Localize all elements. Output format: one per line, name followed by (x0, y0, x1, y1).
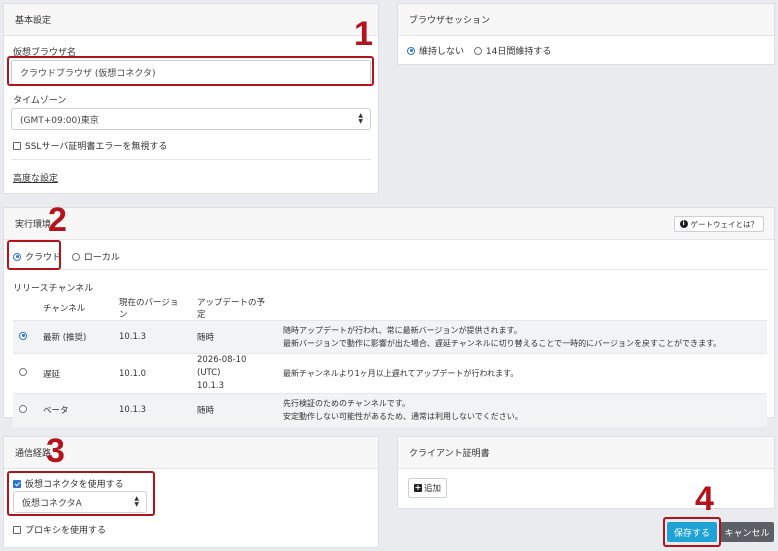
release-channel-row-delayed[interactable]: 遅延 10.1.0 2026-08-10 (UTC) 10.1.3 最新チャンネ… (13, 353, 767, 394)
gateway-help-label: ゲートウェイとは？ (690, 219, 759, 229)
plus-icon: + (414, 483, 422, 492)
annotation-number-3: 3 (46, 432, 65, 470)
client-cert-header: クライアント証明書 (398, 437, 774, 469)
use-proxy-row[interactable]: プロキシを使用する (13, 523, 106, 536)
channel-version: 10.1.3 (113, 393, 191, 427)
no-keep-radio[interactable] (407, 46, 415, 55)
basic-settings-panel: 基本設定 仮想ブラウザ名 クラウドブラウザ (仮想コネクタ) タイムゾーン (G… (3, 3, 379, 194)
timezone-label: タイムゾーン (13, 96, 67, 106)
annotation-box-browser-name (7, 56, 374, 86)
release-channel-label: リリースチャンネル (13, 284, 94, 294)
info-icon: i (679, 220, 688, 228)
no-keep-label: 維持しない (419, 47, 465, 57)
execution-env-title: 実行環境 (15, 220, 52, 230)
latest-radio[interactable] (19, 331, 27, 340)
browser-session-panel: ブラウザセッション 維持しない 14日間維持する (397, 3, 775, 65)
client-cert-title: クライアント証明書 (409, 449, 490, 459)
annotation-number-4: 4 (695, 480, 714, 518)
session-option-no-keep[interactable]: 維持しない (407, 46, 465, 57)
use-proxy-label: プロキシを使用する (25, 526, 107, 536)
session-options: 維持しない 14日間維持する (407, 44, 551, 57)
radio-col-header (13, 296, 37, 321)
channel-description: 先行検証のためのチャンネルです。 安定動作しない可能性があるため、通常は利用しな… (277, 393, 767, 427)
annotation-box-save (663, 517, 721, 547)
schedule-col-header: アップデートの予定 (197, 298, 266, 320)
channel-description: 最新チャンネルより1ヶ月以上遅れてアップデートが行われます。 (277, 353, 767, 394)
local-label: ローカル (83, 253, 120, 263)
desc-col-header (277, 296, 767, 321)
browser-session-title: ブラウザセッション (409, 16, 491, 26)
client-cert-panel: クライアント証明書 + 追加 (397, 436, 775, 509)
version-col-header: 現在のバージョン (119, 298, 179, 320)
cancel-button[interactable]: キャンセル (720, 522, 774, 542)
channel-schedule-version: 10.1.3 (197, 381, 225, 391)
keep-14-label: 14日間維持する (485, 47, 552, 57)
channel-version: 10.1.0 (113, 353, 191, 394)
channel-name: 最新 (推奨) (37, 320, 113, 354)
env-divider (11, 269, 767, 270)
basic-settings-header: 基本設定 (4, 4, 378, 36)
release-channel-row-latest[interactable]: 最新 (推奨) 10.1.3 随時 随時アップデートが行われ、常に最新バージョン… (13, 320, 767, 354)
session-option-keep-14[interactable]: 14日間維持する (473, 46, 552, 57)
execution-env-panel: 実行環境 i ゲートウェイとは？ クラウド ローカル リリースチャンネル チャン… (3, 207, 775, 427)
timezone-select[interactable]: (GMT+09:00)東京 ▲ ▼ (11, 108, 371, 130)
use-proxy-checkbox[interactable] (13, 525, 21, 534)
channel-col-header: チャンネル (43, 304, 86, 314)
channel-schedule: 随時 (191, 393, 277, 427)
timezone-select-value: (GMT+09:00)東京 (20, 115, 99, 126)
channel-schedule-date: 2026-08-10 (UTC) (197, 355, 247, 378)
basic-divider (11, 159, 371, 160)
beta-radio[interactable] (19, 404, 27, 413)
annotation-box-connector (7, 471, 155, 516)
env-option-local[interactable]: ローカル (71, 252, 120, 263)
delayed-radio[interactable] (19, 368, 27, 376)
local-radio[interactable] (71, 252, 80, 261)
advanced-settings-link[interactable]: 高度な設定 (13, 171, 58, 184)
channel-schedule: 2026-08-10 (UTC) 10.1.3 (191, 353, 277, 394)
ssl-ignore-checkbox[interactable] (13, 141, 21, 150)
browser-session-header: ブラウザセッション (398, 4, 774, 36)
add-cert-label: 追加 (424, 484, 442, 494)
channel-name: ベータ (37, 393, 113, 427)
keep-14-radio[interactable] (473, 46, 482, 55)
ssl-ignore-label: SSLサーバ証明書エラーを無視する (25, 142, 168, 152)
annotation-box-cloud (7, 240, 61, 270)
release-channel-row-beta[interactable]: ベータ 10.1.3 随時 先行検証のためのチャンネルです。 安定動作しない可能… (13, 393, 767, 427)
channel-desc-line1: 先行検証のためのチャンネルです。 (283, 399, 410, 409)
basic-settings-title: 基本設定 (15, 16, 52, 26)
channel-desc-line2: 安定動作しない可能性があるため、通常は利用しないでください。 (283, 412, 523, 422)
add-cert-button[interactable]: + 追加 (408, 478, 448, 498)
ssl-ignore-row[interactable]: SSLサーバ証明書エラーを無視する (13, 139, 167, 152)
annotation-number-1: 1 (354, 15, 373, 53)
select-arrows-icon: ▲ ▼ (358, 112, 363, 125)
release-channel-table: チャンネル 現在のバージョン アップデートの予定 最新 (推奨) 10.1.3 … (13, 296, 767, 427)
release-channel-header-row: チャンネル 現在のバージョン アップデートの予定 (13, 296, 767, 321)
execution-env-header: 実行環境 (4, 208, 774, 240)
channel-desc-line1: 随時アップデートが行われ、常に最新バージョンが提供されます。 (283, 326, 522, 335)
channel-description: 随時アップデートが行われ、常に最新バージョンが提供されます。 最新バージョンで動… (277, 320, 767, 354)
annotation-number-2: 2 (48, 201, 67, 239)
channel-desc-line2: 最新バージョンで動作に影響が出た場合、遅延チャンネルに切り替えることで一時的にバ… (283, 339, 722, 348)
channel-version: 10.1.3 (113, 320, 191, 354)
gateway-help-button[interactable]: i ゲートウェイとは？ (673, 216, 764, 232)
channel-schedule: 随時 (191, 320, 277, 354)
channel-name: 遅延 (37, 353, 113, 394)
